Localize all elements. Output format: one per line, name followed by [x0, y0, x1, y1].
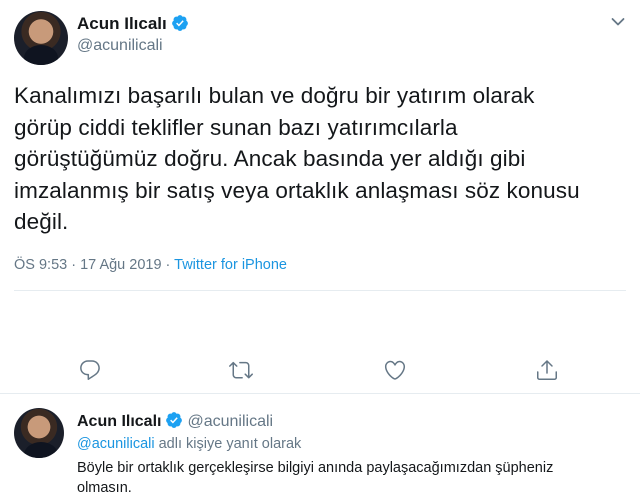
- reply-text-line: Böyle bir ortaklık gerçekleşirse bilgiyi…: [77, 460, 554, 476]
- retweet-button[interactable]: [229, 358, 253, 382]
- like-button[interactable]: [383, 358, 407, 382]
- share-icon: [537, 360, 557, 380]
- reply-to-line: @acunilicali adlı kişiye yanıt olarak: [77, 436, 301, 452]
- retweet-icon: [229, 361, 253, 379]
- tweet-text-line: görüp ciddi teklifler sunan bazı yatırım…: [14, 114, 458, 140]
- verified-badge-icon: [171, 15, 188, 31]
- reply-button[interactable]: [78, 358, 102, 382]
- author-handle[interactable]: @acunilicali: [187, 413, 273, 430]
- reply-to-label: adlı kişiye yanıt olarak: [154, 436, 302, 452]
- chevron-down-icon[interactable]: [611, 17, 625, 27]
- avatar[interactable]: [14, 408, 64, 458]
- timestamp[interactable]: ÖS 9:53 · 17 Ağu 2019 ·: [14, 257, 174, 273]
- reply-tweet[interactable]: Acun Ilıcalı @acunilicali @acunilicali ad…: [0, 394, 640, 503]
- reply-header: Acun Ilıcalı @acunilicali: [77, 411, 273, 431]
- divider: [14, 290, 626, 291]
- tweet-text: Kanalımızı başarılı bulan ve doğru bir y…: [14, 80, 614, 238]
- like-icon: [384, 360, 406, 380]
- share-button[interactable]: [535, 358, 559, 382]
- avatar[interactable]: [14, 11, 68, 65]
- author-handle[interactable]: @acunilicali: [77, 37, 163, 55]
- reply-text: Böyle bir ortaklık gerçekleşirse bilgiyi…: [77, 458, 632, 498]
- verified-badge-icon: [166, 412, 183, 428]
- source-link[interactable]: Twitter for iPhone: [174, 257, 287, 273]
- author-name[interactable]: Acun Ilıcalı: [77, 14, 189, 34]
- reply-text-line: olmasın.: [77, 480, 132, 496]
- author-name[interactable]: Acun Ilıcalı: [77, 413, 161, 430]
- author-name-text[interactable]: Acun Ilıcalı: [77, 14, 167, 33]
- reply-icon: [80, 360, 100, 380]
- tweet-text-line: imzalanmış bir satış veya ortaklık anlaş…: [14, 177, 580, 203]
- tweet-text-line: Kanalımızı başarılı bulan ve doğru bir y…: [14, 83, 535, 108]
- tweet-text-line: değil.: [14, 209, 69, 234]
- tweet-meta: ÖS 9:53 · 17 Ağu 2019 · Twitter for iPho…: [14, 257, 287, 273]
- main-tweet: Acun Ilıcalı @acunilicali Kanalımızı baş…: [0, 0, 640, 393]
- tweet-text-line: görüştüğümüz doğru. Ancak basında yer al…: [14, 146, 526, 171]
- action-bar: [0, 358, 640, 386]
- mention-link[interactable]: @acunilicali: [77, 436, 155, 452]
